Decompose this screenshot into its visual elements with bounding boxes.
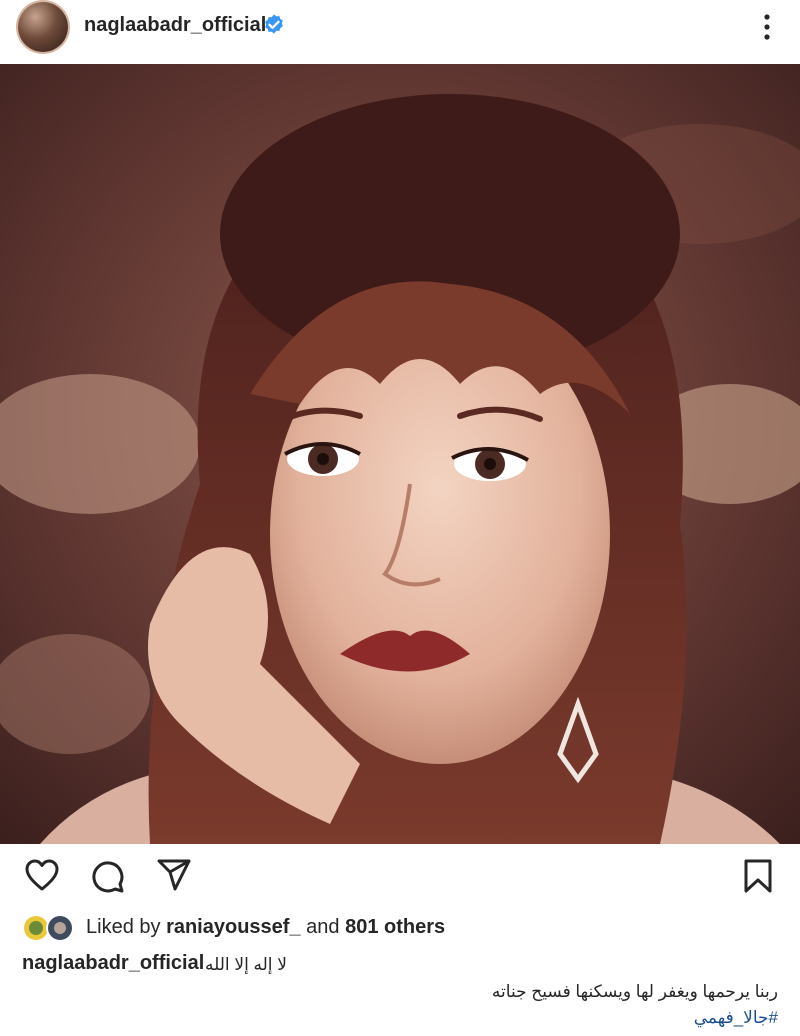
more-vertical-icon[interactable] <box>756 10 778 44</box>
send-icon[interactable] <box>156 858 192 892</box>
liker-username[interactable]: raniayoussef_ <box>166 916 301 938</box>
caption-hashtag[interactable]: #جالا_فهمي <box>694 1008 778 1028</box>
likes-others-count[interactable]: 801 others <box>345 916 445 938</box>
caption-username[interactable]: naglaabadr_official <box>22 952 204 975</box>
caption-line-2: ربنا يرحمها ويغفر لها ويسكنها فسيح جناته <box>491 982 778 1001</box>
comment-icon[interactable] <box>90 858 126 894</box>
post-action-bar <box>0 852 800 900</box>
heart-icon[interactable] <box>24 858 60 892</box>
post-image[interactable] <box>0 64 800 844</box>
caption-line-1: لا إله إلا الله <box>205 955 287 974</box>
username-link[interactable]: naglaabadr_official <box>84 14 266 37</box>
liked-by-middle: and <box>306 916 340 938</box>
likes-text[interactable]: Liked by raniayoussef_ and 801 others <box>86 916 445 939</box>
liked-by-prefix: Liked by <box>86 916 161 938</box>
post-header: naglaabadr_official <box>0 0 800 58</box>
avatar[interactable] <box>18 2 68 52</box>
liker-avatars[interactable] <box>22 914 78 942</box>
bookmark-icon[interactable] <box>742 858 774 894</box>
portrait-illustration <box>0 64 800 844</box>
verified-badge-icon <box>265 14 283 34</box>
likes-summary: Liked by raniayoussef_ and 801 others <box>0 910 800 946</box>
